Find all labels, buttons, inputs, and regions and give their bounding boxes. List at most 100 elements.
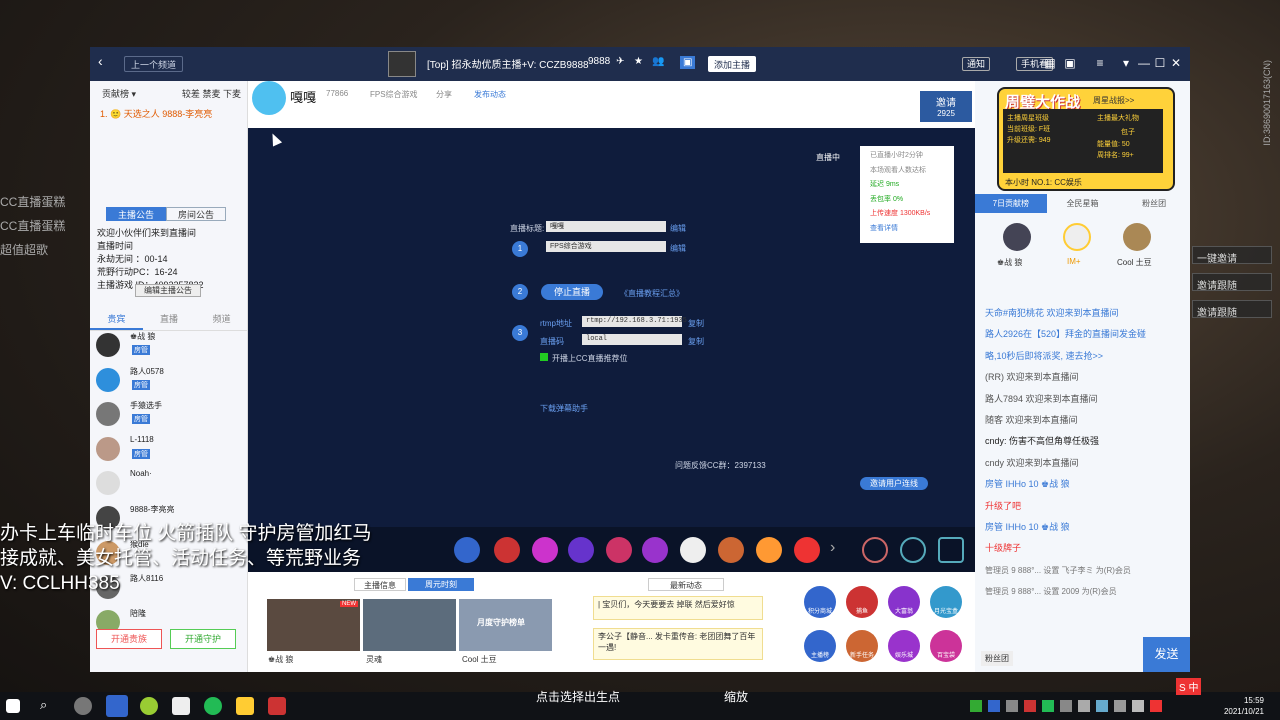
plane-icon[interactable]: ✈ [616,56,624,67]
rank-first-row[interactable]: 1. 🙂 天选之人 9888-李亮亮 [100,107,212,120]
tab-channel[interactable]: 频道 [195,310,248,330]
view-details-link[interactable]: 查看详情 [870,222,944,237]
fan-club-button[interactable]: 粉丝团 [981,651,1013,666]
tray-icon[interactable] [1024,700,1036,712]
thumb-2[interactable] [363,599,456,651]
tray-icon[interactable] [1060,700,1072,712]
avatar[interactable] [1123,223,1151,251]
rank-tab-down[interactable]: 下麦 [223,89,241,99]
gift-icon[interactable] [938,537,964,563]
rank-tab-mute[interactable]: 禁麦 [202,89,220,99]
casino-icon[interactable]: 娱乐城 [888,630,920,662]
add-anchor-button[interactable]: 添加主播 [708,56,757,72]
key-input[interactable]: local [582,334,682,345]
stop-live-button[interactable]: 停止直播 [541,284,603,300]
thumb-1[interactable]: NEW [267,599,360,651]
copy-rtmp-link[interactable]: 复制 [688,318,704,329]
edit-title-link[interactable]: 编辑 [670,223,686,234]
fishing-icon[interactable]: 捕鱼 [846,586,878,618]
chevron-right-icon[interactable]: › [830,539,835,557]
rtmp-input[interactable]: rtmp://192.168.3.71:1935 [582,316,687,327]
list-item[interactable]: 手猿选手 房管 [96,400,244,435]
ime-indicator[interactable]: S 中 [1176,678,1202,695]
gift-icon[interactable] [454,537,480,563]
edit-notice-button[interactable]: 编辑主播公告 [135,284,201,297]
star-icon[interactable]: ★ [634,56,643,67]
recommend-checkbox[interactable] [540,353,548,361]
tab-star-box[interactable]: 全民星箱 [1047,194,1119,213]
search-icon[interactable]: ⌕ [40,697,47,713]
gift-icon[interactable] [494,537,520,563]
tray-icon[interactable] [988,700,1000,712]
invite-follow-button-2[interactable]: 邀请跟随 [1192,300,1272,319]
maximize-icon[interactable]: ☐ [1152,55,1168,71]
tab-vip[interactable]: 贵宾 [90,310,143,330]
gift-icon[interactable] [862,537,888,563]
app-icon[interactable] [204,697,222,715]
app-icon[interactable] [172,697,190,715]
anchor-rank-icon[interactable]: 主播榜 [804,630,836,662]
app-icon[interactable] [268,697,286,715]
tab-anchor-notice[interactable]: 主播公告 [106,207,166,221]
edit-category-link[interactable]: 编辑 [670,243,686,254]
volume-icon[interactable] [1132,700,1144,712]
back-icon[interactable]: ‹ [98,53,103,69]
gift-icon[interactable] [606,537,632,563]
subscribe-link[interactable]: 发布动态 [474,89,506,100]
windows-start-icon[interactable] [6,699,20,713]
list-item[interactable]: 路人0578 房管 [96,366,244,401]
tutorial-link[interactable]: 《直播教程汇总》 [620,288,684,299]
open-noble-button[interactable]: 开通贵族 [96,629,162,649]
tray-icon[interactable] [1042,700,1054,712]
list-item[interactable]: L-1118 房管 [96,435,244,470]
clock[interactable]: 15:59 2021/10/21 [1224,695,1264,717]
people-icon[interactable]: 👥 [652,56,664,67]
task-view-icon[interactable] [74,697,92,715]
one-click-invite-button[interactable]: 一键邀请 [1192,246,1272,265]
share-button[interactable]: 分享 [436,89,452,100]
monopoly-icon[interactable]: 大富翁 [888,586,920,618]
prev-channel-button[interactable]: 上一个频道 [124,56,184,72]
open-guard-button[interactable]: 开通守护 [170,629,236,649]
tray-icon[interactable] [1078,700,1090,712]
title-input[interactable]: 嘎嘎 [546,221,666,232]
avatar[interactable] [1003,223,1031,251]
treasure-bag-icon[interactable]: 百宝袋 [930,630,962,662]
tab-7day-rank[interactable]: 7日贡献榜 [975,194,1047,213]
gift-icon[interactable] [756,537,782,563]
invite-follow-button[interactable]: 邀请跟随 [1192,273,1272,292]
gift-icon[interactable] [680,537,706,563]
menu-icon[interactable]: ≡ [1092,55,1108,71]
rocket-icon[interactable] [568,537,594,563]
tab-fan-club[interactable]: 粉丝团 [1118,194,1190,213]
rank-tab-poor[interactable]: 较差 [182,89,200,99]
notify-button[interactable]: 通知 [962,57,991,71]
app-icon[interactable] [236,697,254,715]
promo-banner[interactable]: 周璧大作战 周星战报>> 主播周星班级 当前班级: F班 升级还需: 949 主… [997,87,1175,191]
download-assistant-link[interactable]: 下载弹幕助手 [540,403,588,414]
camera-icon[interactable]: ▣ [680,56,696,69]
tab-weekly[interactable]: 周元时刻 [408,578,474,591]
send-button[interactable]: 发送 [1143,637,1190,672]
anchor-avatar[interactable] [252,81,286,115]
gift-icon[interactable] [900,537,926,563]
rank-title[interactable]: 贡献榜 ▾ [102,87,136,100]
tray-icon[interactable] [970,700,982,712]
tray-icon[interactable] [1006,700,1018,712]
tray-icon[interactable] [1150,700,1162,712]
gift-icon[interactable] [794,537,820,563]
tab-room-notice[interactable]: 房间公告 [166,207,226,221]
avatar[interactable] [1063,223,1091,251]
list-item[interactable]: ♚战 狼房管 [96,331,244,366]
list-item[interactable]: Noah· [96,469,244,504]
category-input[interactable]: FPS综合游戏 [546,241,666,252]
grid-icon[interactable]: ▦ [1042,55,1058,71]
window-icon[interactable]: ▣ [1062,55,1078,71]
dynamic-item[interactable]: | 宝贝们，今天要要去 掉联 然后爱好惊 [593,596,763,620]
news-tab[interactable]: 最新动态 [648,578,724,591]
network-icon[interactable] [1114,700,1126,712]
dynamic-item[interactable]: 李公子【静音... 发卡重传音: 老团团舞了百年一遇! [593,628,763,660]
tab-live[interactable]: 直播 [143,310,196,330]
gift-icon[interactable] [642,537,668,563]
minimize-icon[interactable]: — [1136,55,1152,71]
